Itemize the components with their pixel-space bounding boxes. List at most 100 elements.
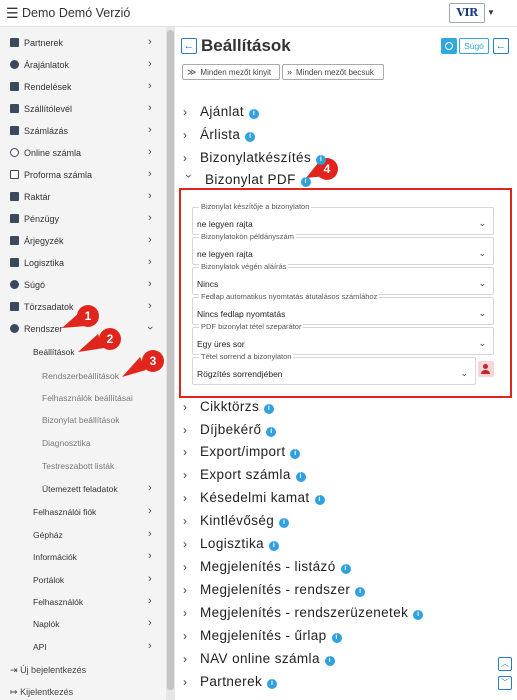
chevron-right-icon: ›	[183, 491, 188, 505]
section-cikktorzs[interactable]: › Cikktörzs i	[183, 399, 275, 421]
chevron-right-icon: ›	[148, 550, 152, 562]
dolly-icon	[10, 258, 19, 267]
section-nav-online-szamla[interactable]: › NAV online számla i	[183, 651, 335, 673]
info-icon[interactable]: i	[413, 610, 424, 620]
user-override-button[interactable]	[478, 361, 494, 377]
info-icon[interactable]: i	[331, 633, 342, 643]
logo[interactable]: VIR	[449, 3, 485, 23]
section-megjelenites-urlap[interactable]: › Megjelenítés - űrlap i	[183, 628, 342, 650]
sidebar-item-rendelesek[interactable]: Rendelések ›	[0, 77, 166, 99]
database-icon	[10, 302, 19, 311]
back-button[interactable]: ←	[181, 38, 197, 54]
info-icon[interactable]: i	[269, 541, 280, 551]
section-ajanlat[interactable]: › Ajánlat i	[183, 104, 260, 126]
chevron-right-icon: ›	[183, 514, 188, 528]
section-megjelenites-rendszer[interactable]: › Megjelenítés - rendszer i	[183, 582, 366, 604]
sidebar-subitem-api[interactable]: API ›	[0, 637, 166, 659]
chevron-right-icon: ›	[148, 190, 152, 202]
info-icon[interactable]: i	[314, 495, 325, 505]
chevron-right-icon: ›	[148, 617, 152, 629]
scroll-down-button[interactable]: ﹀	[498, 676, 512, 690]
info-icon[interactable]: i	[295, 472, 306, 482]
sidebar-item-arjegyzek[interactable]: Árjegyzék ›	[0, 231, 166, 253]
sidebar-subitem-portalok[interactable]: Portálok ›	[0, 570, 166, 592]
sidebar-item-szallitolevel[interactable]: Szállítólevél ›	[0, 99, 166, 121]
menu-icon[interactable]: ☰	[6, 5, 19, 21]
select-tetel-szeparator[interactable]: PDF bizonylat tétel szeparátor Egy üres …	[192, 322, 494, 355]
select-bizonylat-keszitoje[interactable]: Bizonylat készítője a bizonylaton ne leg…	[192, 202, 494, 235]
info-icon[interactable]: i	[266, 427, 277, 437]
section-export-import[interactable]: › Export/import i	[183, 444, 301, 466]
select-peldanyszam[interactable]: Bizonylatokon példányszám ne legyen rajt…	[192, 232, 494, 265]
sidebar-item-logisztika[interactable]: Logisztika ›	[0, 253, 166, 275]
select-fedlap-nyomtatas[interactable]: Fedlap automatikus nyomtatás átutalásos …	[192, 292, 494, 325]
sidebar-item-szamlazas[interactable]: Számlázás ›	[0, 121, 166, 143]
section-export-szamla[interactable]: › Export számla i	[183, 467, 306, 489]
section-kintlevoseg[interactable]: › Kintlévőség i	[183, 513, 290, 535]
sidebar-item-sugo[interactable]: Súgó ›	[0, 275, 166, 297]
chevron-right-icon: ›	[148, 640, 152, 652]
back-button-right[interactable]: ←	[493, 38, 509, 54]
info-icon[interactable]: i	[245, 132, 256, 142]
chevron-right-icon: ›	[183, 629, 188, 643]
chevron-right-icon: ›	[148, 595, 152, 607]
sidebar-item-new-login[interactable]: ⇥ Új bejelentkezés	[0, 660, 166, 682]
search-help-button[interactable]	[441, 38, 457, 54]
chevron-right-icon: ›	[148, 80, 152, 92]
section-megjelenites-listazo[interactable]: › Megjelenítés - listázó i	[183, 559, 351, 581]
select-tetel-sorrend[interactable]: Tétel sorrend a bizonylaton Rögzítés sor…	[192, 352, 476, 385]
info-icon[interactable]: i	[300, 177, 311, 187]
info-icon[interactable]: i	[264, 404, 275, 414]
info-icon[interactable]: i	[267, 679, 278, 689]
sidebar-subitem-testreszabott-listak[interactable]: Testreszabott listák	[0, 456, 166, 478]
section-bizonylatkeszites[interactable]: › Bizonylatkészítés i	[183, 150, 327, 172]
sidebar-subitem-utemezett-feladatok[interactable]: Ütemezett feladatok ›	[0, 479, 166, 501]
chevron-right-icon: ›	[148, 528, 152, 540]
info-icon[interactable]: i	[290, 449, 301, 459]
chevron-right-icon: ›	[183, 583, 188, 597]
info-icon[interactable]: i	[279, 518, 290, 528]
top-bar: ☰ Demo Demó Verzió VIR ▼	[0, 0, 517, 27]
chevron-right-icon: ›	[183, 151, 188, 165]
sidebar-subitem-rendszerbeallitasok[interactable]: Rendszerbeállítások	[0, 366, 166, 388]
file-icon	[10, 170, 19, 179]
section-partnerek[interactable]: › Partnerek i	[183, 674, 278, 696]
section-megjelenites-rendszeruzenetek[interactable]: › Megjelenítés - rendszerüzenetek i	[183, 605, 424, 627]
sidebar-scroll-thumb[interactable]	[167, 30, 174, 690]
sidebar-subitem-naplok[interactable]: Naplók ›	[0, 614, 166, 636]
app-title: Demo Demó Verzió	[22, 6, 131, 20]
section-dijbekero[interactable]: › Díjbekérő i	[183, 422, 277, 444]
sidebar-item-partnerek[interactable]: Partnerek ›	[0, 33, 166, 55]
sidebar-subitem-gephaz[interactable]: Gépház ›	[0, 525, 166, 547]
section-arlista[interactable]: › Árlista i	[183, 127, 256, 149]
sidebar-subitem-bizonylat-beallitasok[interactable]: Bizonylat beállítások	[0, 410, 166, 432]
sidebar-item-penzugy[interactable]: Pénzügy ›	[0, 209, 166, 231]
sidebar-item-proforma-szamla[interactable]: Proforma számla ›	[0, 165, 166, 187]
section-kesedelmi-kamat[interactable]: › Késedelmi kamat i	[183, 490, 325, 512]
select-alairas[interactable]: Bizonylatok végén aláírás Nincs ⌄	[192, 262, 494, 295]
section-logisztika[interactable]: › Logisztika i	[183, 536, 280, 558]
callout-badge-2: 2	[99, 328, 121, 350]
sidebar-subitem-felhasznalok[interactable]: Felhasználók ›	[0, 592, 166, 614]
help-button[interactable]: Súgó	[459, 38, 489, 54]
sidebar-subitem-felhasznalok-beallitasai[interactable]: Felhasználók beállításai	[0, 388, 166, 410]
scroll-up-button[interactable]: ︿	[498, 657, 512, 671]
sidebar-item-arajanlatok[interactable]: Árajánlatok ›	[0, 55, 166, 77]
chevron-right-icon: ›	[148, 256, 152, 268]
chevron-right-icon: ›	[183, 468, 188, 482]
collapse-all-button[interactable]: » Minden mezőt becsuk	[282, 64, 384, 80]
sidebar-subitem-informaciok[interactable]: Információk ›	[0, 547, 166, 569]
info-icon[interactable]: i	[316, 155, 327, 165]
sidebar-item-logout[interactable]: ↦ Kijelentkezés	[0, 682, 166, 700]
sidebar-subitem-diagnosztika[interactable]: Diagnosztika	[0, 433, 166, 455]
info-icon[interactable]: i	[249, 109, 260, 119]
expand-all-button[interactable]: ≫ Minden mezőt kinyit	[182, 64, 280, 80]
sidebar-subitem-felhasznaloi-fiok[interactable]: Felhasználói fiók ›	[0, 502, 166, 524]
chevron-down-icon: ⌄	[478, 338, 486, 348]
info-icon[interactable]: i	[324, 656, 335, 666]
info-icon[interactable]: i	[340, 564, 351, 574]
sidebar-item-raktar[interactable]: Raktár ›	[0, 187, 166, 209]
caret-down-icon[interactable]: ▼	[487, 8, 495, 17]
info-icon[interactable]: i	[355, 587, 366, 597]
sidebar-item-online-szamla[interactable]: Online számla ›	[0, 143, 166, 165]
